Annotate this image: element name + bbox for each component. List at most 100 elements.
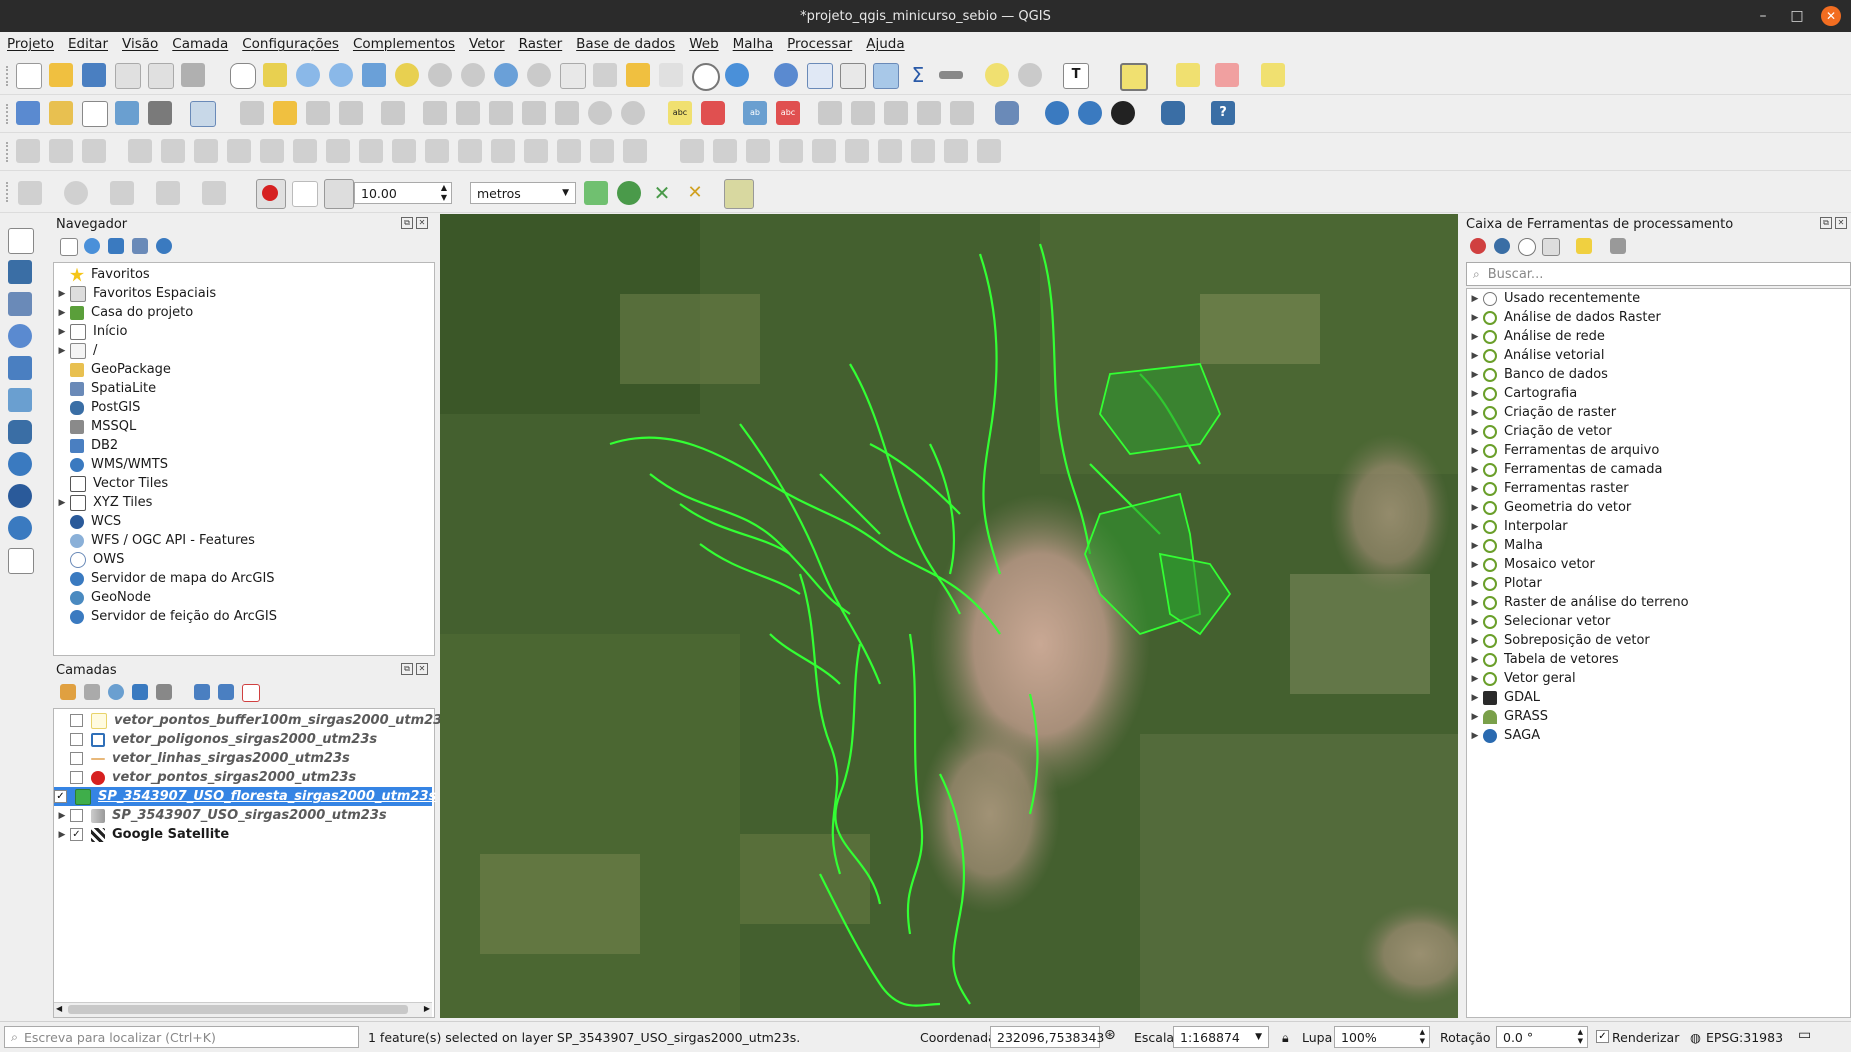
filter-by-expression-icon[interactable]: [156, 684, 172, 700]
edit-features-in-place-icon[interactable]: [1576, 238, 1592, 254]
add-wfs-layer-icon[interactable]: [8, 516, 32, 540]
close-dock-icon[interactable]: ✕: [1835, 217, 1847, 229]
expand-arrow-icon[interactable]: ▶: [54, 346, 70, 356]
add-mesh-layer-icon[interactable]: [8, 292, 32, 316]
map-tips-icon[interactable]: [985, 63, 1009, 87]
help-icon[interactable]: ?: [1211, 101, 1235, 125]
add-feature-icon[interactable]: [339, 101, 363, 125]
toolbox-group[interactable]: ▶ Banco de dados: [1467, 365, 1608, 384]
expand-arrow-icon[interactable]: ▶: [1467, 712, 1483, 722]
info-icon[interactable]: [156, 238, 172, 254]
show-bookmarks-icon[interactable]: [659, 63, 683, 87]
expand-arrow-icon[interactable]: ▶: [1467, 332, 1483, 342]
text-annotation-icon[interactable]: T: [1063, 63, 1089, 89]
zoom-out-icon[interactable]: [329, 63, 353, 87]
scroll-left-icon[interactable]: ◀: [56, 1004, 62, 1013]
close-dock-icon[interactable]: ✕: [416, 663, 428, 675]
vertex-tool-icon[interactable]: [381, 101, 405, 125]
new-map-view-icon[interactable]: [560, 63, 586, 89]
disabled-digitize-icon[interactable]: [713, 139, 737, 163]
menu-editar[interactable]: Editar: [61, 36, 115, 52]
menu-processar[interactable]: Processar: [780, 36, 859, 52]
new-3d-map-icon[interactable]: [593, 63, 617, 87]
self-snapping-icon[interactable]: ✕: [683, 181, 707, 205]
disabled-shape-icon[interactable]: [202, 181, 226, 205]
new-temporary-layer-icon[interactable]: [190, 101, 216, 127]
toolbar-grip[interactable]: [6, 66, 12, 86]
zoom-native-icon[interactable]: [461, 63, 485, 87]
toolbox-group[interactable]: ▶ Malha: [1467, 536, 1543, 555]
add-vector-layer-icon[interactable]: [8, 228, 34, 254]
action-icon[interactable]: [1018, 63, 1042, 87]
new-print-layout-icon[interactable]: [115, 63, 141, 89]
add-wcs-layer-icon[interactable]: [8, 484, 32, 508]
expand-arrow-icon[interactable]: ▶: [54, 830, 70, 840]
toolbox-group[interactable]: ▶ Análise de dados Raster: [1467, 308, 1661, 327]
expand-arrow-icon[interactable]: ▶: [1467, 389, 1483, 399]
menu-vetor[interactable]: Vetor: [462, 36, 512, 52]
add-postgis-layer-icon[interactable]: [8, 420, 32, 444]
toolbox-group[interactable]: ▶ Criação de raster: [1467, 403, 1617, 422]
toolbox-group[interactable]: ▶ Análise de rede: [1467, 327, 1605, 346]
results-viewer-icon[interactable]: [1542, 238, 1560, 256]
layer-visibility-checkbox[interactable]: [70, 809, 83, 822]
toolbox-group[interactable]: ▶ Plotar: [1467, 574, 1542, 593]
refresh-icon[interactable]: [84, 238, 100, 254]
disabled-digitize-icon[interactable]: [49, 139, 73, 163]
float-dock-icon[interactable]: ⧉: [401, 663, 413, 675]
nav-item-mssql[interactable]: MSSQL: [54, 417, 136, 436]
disabled-digitize-icon[interactable]: [680, 139, 704, 163]
redo-icon[interactable]: [621, 101, 645, 125]
nav-item-db2[interactable]: DB2: [54, 436, 118, 455]
new-project-icon[interactable]: [16, 63, 42, 89]
open-styling-icon[interactable]: [60, 684, 76, 700]
toolbox-group[interactable]: ▶ GDAL: [1467, 688, 1540, 707]
filter-icon[interactable]: [108, 238, 124, 254]
select-by-expression-icon[interactable]: [1261, 63, 1285, 87]
layer-row[interactable]: ▶ ✓ Google Satellite: [54, 825, 230, 844]
nav-item-ows[interactable]: OWS: [54, 550, 124, 569]
toolbox-group[interactable]: ▶ Análise vetorial: [1467, 346, 1605, 365]
expand-arrow-icon[interactable]: ▶: [54, 289, 70, 299]
change-label-icon[interactable]: [884, 101, 908, 125]
coordinate-field[interactable]: 232096,7538343: [990, 1026, 1104, 1048]
disabled-digitize-icon[interactable]: [812, 139, 836, 163]
toolbox-search-input[interactable]: ⌕ Buscar...: [1466, 262, 1851, 286]
nav-item-inicio[interactable]: ▶ Início: [54, 322, 127, 341]
disabled-digitize-icon[interactable]: [458, 139, 482, 163]
scripts-icon[interactable]: [1494, 238, 1510, 254]
add-spatialite-layer-icon[interactable]: [8, 356, 32, 380]
spin-arrows-icon[interactable]: ▲ ▼: [441, 183, 447, 203]
nav-item-wcs[interactable]: WCS: [54, 512, 121, 531]
collapse-all-icon[interactable]: [218, 684, 234, 700]
menu-malha[interactable]: Malha: [726, 36, 781, 52]
toggle-extents-icon[interactable]: ⊛: [1104, 1027, 1116, 1043]
layer-visibility-checkbox[interactable]: ✓: [54, 790, 67, 803]
layer-row[interactable]: vetor_pontos_sirgas2000_utm23s: [54, 768, 356, 787]
expand-arrow-icon[interactable]: ▶: [1467, 636, 1483, 646]
collapse-all-icon[interactable]: [132, 238, 148, 254]
layer-row[interactable]: vetor_pontos_buffer100m_sirgas2000_utm23…: [54, 711, 450, 730]
copy-features-icon[interactable]: [522, 101, 546, 125]
disabled-digitize-icon[interactable]: [524, 139, 548, 163]
menu-raster[interactable]: Raster: [512, 36, 570, 52]
measure-icon[interactable]: [939, 71, 963, 79]
layer-visibility-checkbox[interactable]: [70, 714, 83, 727]
add-virtual-layer-icon[interactable]: [8, 388, 32, 412]
expand-arrow-icon[interactable]: ▶: [54, 811, 70, 821]
snap-vertex-icon[interactable]: [292, 181, 318, 207]
save-edits-icon[interactable]: [306, 101, 330, 125]
map-canvas[interactable]: [440, 214, 1458, 1018]
layer-row-selected[interactable]: ✓ SP_3543907_USO_floresta_sirgas2000_utm…: [54, 787, 436, 806]
expand-arrow-icon[interactable]: ▶: [1467, 313, 1483, 323]
disabled-shape-icon[interactable]: [18, 181, 42, 205]
nav-item-favoritos-espaciais[interactable]: ▶ Favoritos Espaciais: [54, 284, 216, 303]
expand-arrow-icon[interactable]: ▶: [1467, 370, 1483, 380]
expand-arrow-icon[interactable]: ▶: [1467, 503, 1483, 513]
temporal-controller-icon[interactable]: [692, 63, 720, 91]
disabled-digitize-icon[interactable]: [425, 139, 449, 163]
scrollbar-thumb[interactable]: [68, 1005, 408, 1014]
move-label-icon[interactable]: [818, 101, 842, 125]
disabled-digitize-icon[interactable]: [359, 139, 383, 163]
new-bookmark-icon[interactable]: [626, 63, 650, 87]
